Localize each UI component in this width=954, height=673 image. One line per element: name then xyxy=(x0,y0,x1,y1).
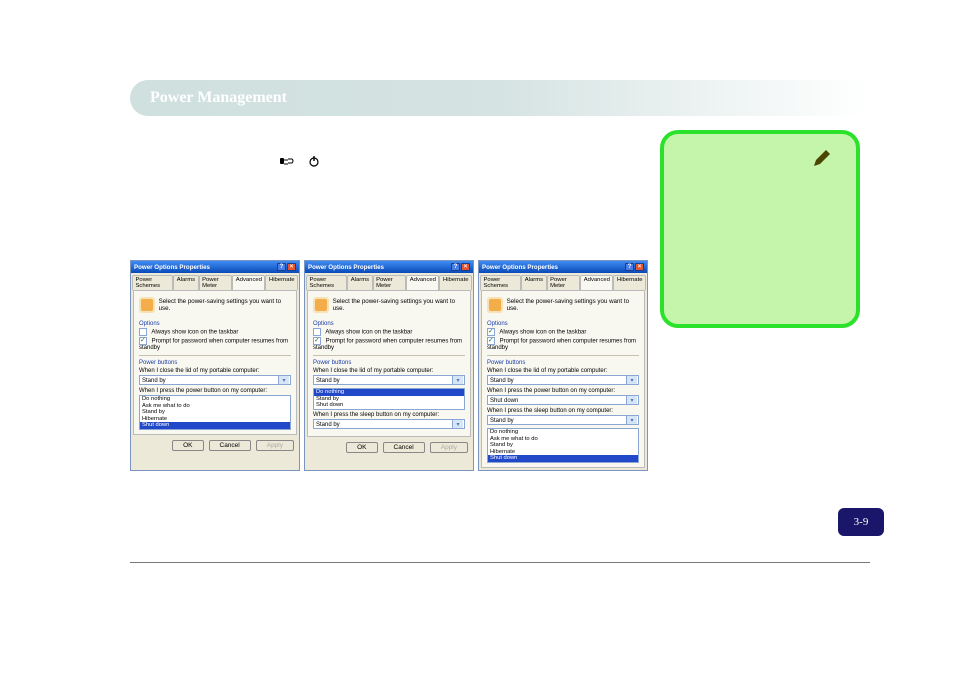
tab-power-schemes[interactable]: Power Schemes xyxy=(132,275,173,290)
tab-hibernate[interactable]: Hibernate xyxy=(439,275,472,290)
tabbar: Power Schemes Alarms Power Meter Advance… xyxy=(131,273,299,290)
dialog-row: Power Options Properties ? × Power Schem… xyxy=(130,260,648,471)
page-number-badge: 3-9 xyxy=(838,508,884,536)
list-item[interactable]: Shut down xyxy=(488,455,638,462)
always-show-label: Always show icon on the taskbar xyxy=(325,330,412,336)
sleep-button-label: When I press the sleep button on my comp… xyxy=(313,412,465,418)
always-show-checkbox[interactable] xyxy=(139,328,147,336)
tab-advanced[interactable]: Advanced xyxy=(406,275,439,290)
ok-button[interactable]: OK xyxy=(346,442,377,453)
power-options-dialog-2: Power Options Properties ? × Power Schem… xyxy=(304,260,474,471)
help-button[interactable]: ? xyxy=(451,263,460,271)
lid-label: When I close the lid of my portable comp… xyxy=(139,368,291,374)
close-button[interactable]: × xyxy=(461,263,470,271)
power-buttons-label: Power buttons xyxy=(487,360,639,366)
tabbar: Power Schemes Alarms Power Meter Advance… xyxy=(305,273,473,290)
sleep-button-label: When I press the sleep button on my comp… xyxy=(487,408,639,414)
options-label: Options xyxy=(487,321,639,327)
always-show-label: Always show icon on the taskbar xyxy=(151,330,238,336)
panel-header-text: Select the power-saving settings you wan… xyxy=(507,298,639,312)
prompt-password-checkbox[interactable] xyxy=(313,337,321,345)
always-show-label: Always show icon on the taskbar xyxy=(499,330,586,336)
power-select[interactable]: Shut down xyxy=(487,395,639,405)
battery-icon xyxy=(139,297,155,313)
tab-hibernate[interactable]: Hibernate xyxy=(613,275,646,290)
power-options-dialog-1: Power Options Properties ? × Power Schem… xyxy=(130,260,300,471)
dialog-title: Power Options Properties xyxy=(482,264,558,271)
always-show-checkbox[interactable] xyxy=(487,328,495,336)
slash: / xyxy=(301,155,304,169)
power-buttons-label: Power buttons xyxy=(139,360,291,366)
sidebar-note: Sleep/Resume Button You may use the Fn +… xyxy=(660,130,860,328)
ok-button[interactable]: OK xyxy=(172,440,203,451)
prompt-password-label: Prompt for password when computer resume… xyxy=(313,339,462,351)
power-options-dialog-3: Power Options Properties ? × Power Schem… xyxy=(478,260,648,471)
panel-header-text: Select the power-saving settings you wan… xyxy=(159,298,291,312)
sleep-select[interactable]: Stand by xyxy=(313,419,465,429)
prompt-password-label: Prompt for password when computer resume… xyxy=(139,339,288,351)
lid-select[interactable]: Stand by xyxy=(139,375,291,385)
options-label: Options xyxy=(139,321,291,327)
list-item[interactable]: Shut down xyxy=(140,422,290,429)
page-header: Power Management xyxy=(130,80,870,116)
lid-select[interactable]: Stand by xyxy=(313,375,465,385)
lid-label: When I close the lid of my portable comp… xyxy=(313,368,465,374)
tab-advanced[interactable]: Advanced xyxy=(580,275,613,290)
tab-alarms[interactable]: Alarms xyxy=(347,275,372,290)
battery-icon xyxy=(487,297,503,313)
section-text: Configuring the Power Button The compute… xyxy=(130,128,640,207)
power-plug-icon xyxy=(280,154,298,174)
pen-icon xyxy=(812,148,832,174)
power-button-label: When I press the power button on my comp… xyxy=(139,388,291,394)
sleep-select[interactable]: Stand by xyxy=(487,415,639,425)
help-button[interactable]: ? xyxy=(625,263,634,271)
tab-power-schemes[interactable]: Power Schemes xyxy=(480,275,521,290)
apply-button[interactable]: Apply xyxy=(430,442,468,453)
close-button[interactable]: × xyxy=(635,263,644,271)
panel-header-text: Select the power-saving settings you wan… xyxy=(333,298,465,312)
help-button[interactable]: ? xyxy=(277,263,286,271)
lid-select[interactable]: Stand by xyxy=(487,375,639,385)
tab-advanced[interactable]: Advanced xyxy=(232,275,265,290)
tab-hibernate[interactable]: Hibernate xyxy=(265,275,298,290)
sleep-listbox[interactable]: Do nothing Ask me what to do Stand by Hi… xyxy=(487,428,639,463)
section-title: Configuring the Power Button xyxy=(130,128,640,148)
apply-button[interactable]: Apply xyxy=(256,440,294,451)
list-item[interactable]: Shut down xyxy=(314,402,464,409)
lid-listbox[interactable]: Do nothing Stand by Shut down xyxy=(313,388,465,410)
tab-power-schemes[interactable]: Power Schemes xyxy=(306,275,347,290)
tabbar: Power Schemes Alarms Power Meter Advance… xyxy=(479,273,647,290)
dialog-title: Power Options Properties xyxy=(308,264,384,271)
power-button-label: When I press the power button on my comp… xyxy=(487,388,639,394)
tab-alarms[interactable]: Alarms xyxy=(521,275,546,290)
cancel-button[interactable]: Cancel xyxy=(209,440,251,451)
tab-alarms[interactable]: Alarms xyxy=(173,275,198,290)
always-show-checkbox[interactable] xyxy=(313,328,321,336)
close-button[interactable]: × xyxy=(287,263,296,271)
prompt-password-label: Prompt for password when computer resume… xyxy=(487,339,636,351)
tab-power-meter[interactable]: Power Meter xyxy=(373,275,407,290)
body-p1a: The computer's power button ( xyxy=(130,155,280,169)
power-buttons-label: Power buttons xyxy=(313,360,465,366)
dialog-title: Power Options Properties xyxy=(134,264,210,271)
cancel-button[interactable]: Cancel xyxy=(383,442,425,453)
prompt-password-checkbox[interactable] xyxy=(139,337,147,345)
battery-icon xyxy=(313,297,329,313)
tab-power-meter[interactable]: Power Meter xyxy=(199,275,233,290)
prompt-password-checkbox[interactable] xyxy=(487,337,495,345)
tab-power-meter[interactable]: Power Meter xyxy=(547,275,581,290)
bottom-divider xyxy=(130,562,870,563)
power-button-listbox[interactable]: Do nothing Ask me what to do Stand by Hi… xyxy=(139,395,291,430)
options-label: Options xyxy=(313,321,465,327)
power-symbol-icon xyxy=(308,154,320,174)
lid-label: When I close the lid of my portable comp… xyxy=(487,368,639,374)
